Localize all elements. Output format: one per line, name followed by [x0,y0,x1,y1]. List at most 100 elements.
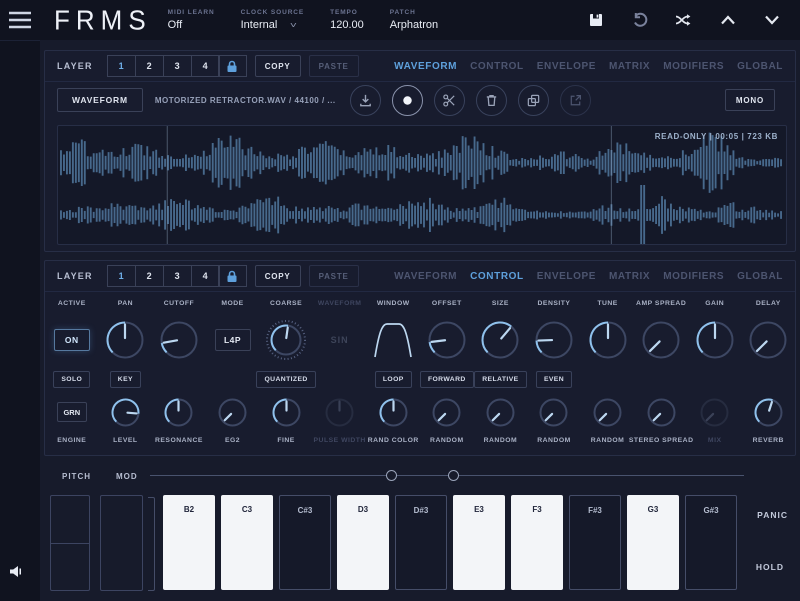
mode-l4p-button[interactable]: L4P [215,329,251,351]
tab-envelope[interactable]: ENVELOPE [537,271,596,282]
scrollbar-handle-left[interactable] [386,470,397,481]
active-on-button[interactable]: ON [54,329,90,351]
field-value-clock-source[interactable]: Internal˅ [241,19,305,31]
solo-button[interactable]: SOLO [53,371,90,388]
tab-envelope[interactable]: ENVELOPE [537,61,596,72]
delay-knob[interactable] [747,319,789,361]
quantized-button[interactable]: QUANTIZED [256,371,315,388]
key-g-3[interactable]: G#3 [685,495,737,590]
layer-button-1[interactable]: 1 [107,265,136,287]
key-partial[interactable] [148,497,155,591]
amp-spread-knob[interactable] [640,319,682,361]
layer-button-4[interactable]: 4 [191,55,220,77]
window-shape[interactable] [371,319,415,361]
tab-matrix[interactable]: MATRIX [609,61,650,72]
chevron-up-icon[interactable] [718,10,738,30]
pan-knob[interactable] [104,319,146,361]
rand-color-knob[interactable] [377,396,410,429]
undo-icon[interactable] [630,10,650,30]
key-e3[interactable]: E3 [453,495,505,590]
relative-button[interactable]: RELATIVE [474,371,526,388]
mod-wheel[interactable] [100,495,143,591]
engine-grn-button[interactable]: GRN [57,402,87,422]
paste-button[interactable]: PASTE [309,265,359,287]
key-c-3[interactable]: C#3 [279,495,331,590]
layer-button-4[interactable]: 4 [191,265,220,287]
cutoff-knob[interactable] [158,319,200,361]
layer-button-1[interactable]: 1 [107,55,136,77]
layer-button-2[interactable]: 2 [135,55,164,77]
density-knob[interactable] [533,319,575,361]
duplicate-icon[interactable] [518,85,549,116]
random-knob[interactable] [430,396,463,429]
forward-button[interactable]: FORWARD [420,371,474,388]
waveform-selector: SIN [331,335,349,345]
tab-matrix[interactable]: MATRIX [609,271,650,282]
tab-waveform[interactable]: WAVEFORM [394,61,457,72]
field-value-midi-learn[interactable]: Off [168,19,215,31]
key-f-3[interactable]: F#3 [569,495,621,590]
key-d3[interactable]: D3 [337,495,389,590]
offset-knob[interactable] [426,319,468,361]
eg2-knob[interactable] [216,396,249,429]
field-value-tempo[interactable]: 120.00 [330,19,364,31]
paste-button[interactable]: PASTE [309,55,359,77]
export-icon[interactable] [560,85,591,116]
key-b2[interactable]: B2 [163,495,215,590]
loop-button[interactable]: LOOP [375,371,412,388]
trash-icon[interactable] [476,85,507,116]
copy-button[interactable]: COPY [255,55,301,77]
key-g3[interactable]: G3 [627,495,679,590]
pitch-wheel[interactable] [50,495,90,591]
tab-control[interactable]: CONTROL [470,271,524,282]
control-column-active: ACTIVEONSOLOGRNENGINE [45,296,99,456]
waveform-display[interactable]: READ-ONLY | 00:05 | 723 KB [57,125,787,245]
tab-modifiers[interactable]: MODIFIERS [663,61,724,72]
tab-modifiers[interactable]: MODIFIERS [663,271,724,282]
chevron-down-icon[interactable]: ˅ [290,21,297,30]
save-icon[interactable] [586,10,606,30]
stereo-spread-knob[interactable] [645,396,678,429]
key-f3[interactable]: F3 [511,495,563,590]
layer-lock-button[interactable] [218,55,247,77]
copy-button[interactable]: COPY [255,265,301,287]
sample-name[interactable]: MOTORIZED RETRACTOR.WAV / 44100 / ... [155,96,336,105]
random-knob[interactable] [537,396,570,429]
size-knob[interactable] [479,319,521,361]
tab-global[interactable]: GLOBAL [737,61,783,72]
layer-button-2[interactable]: 2 [135,265,164,287]
speaker-icon[interactable] [9,565,24,583]
mono-button[interactable]: MONO [725,89,775,111]
scrollbar-handle-right[interactable] [448,470,459,481]
coarse-knob[interactable] [265,319,307,361]
field-value-patch[interactable]: Arphatron [390,19,438,31]
level-knob[interactable] [109,396,142,429]
resonance-knob[interactable] [162,396,195,429]
fine-knob[interactable] [270,396,303,429]
tab-waveform[interactable]: WAVEFORM [394,271,457,282]
cut-icon[interactable] [434,85,465,116]
tab-control[interactable]: CONTROL [470,61,524,72]
layer-button-3[interactable]: 3 [163,265,192,287]
record-icon[interactable] [392,85,423,116]
random-knob[interactable] [484,396,517,429]
menu-icon[interactable] [0,11,40,29]
even-button[interactable]: EVEN [536,371,572,388]
key-button[interactable]: KEY [110,371,141,388]
key-d-3[interactable]: D#3 [395,495,447,590]
panic-button[interactable]: PANIC [757,510,788,520]
layer-button-3[interactable]: 3 [163,55,192,77]
waveform-menu-button[interactable]: WAVEFORM [57,88,143,112]
tab-global[interactable]: GLOBAL [737,271,783,282]
download-icon[interactable] [350,85,381,116]
random-knob[interactable] [591,396,624,429]
key-c3[interactable]: C3 [221,495,273,590]
hold-button[interactable]: HOLD [756,562,784,572]
gain-knob[interactable] [694,319,736,361]
keyboard-scrollbar[interactable] [150,469,744,483]
layer-lock-button[interactable] [218,265,247,287]
tune-knob[interactable] [587,319,629,361]
randomize-icon[interactable] [674,10,694,30]
reverb-knob[interactable] [752,396,785,429]
chevron-down-icon[interactable] [762,10,782,30]
